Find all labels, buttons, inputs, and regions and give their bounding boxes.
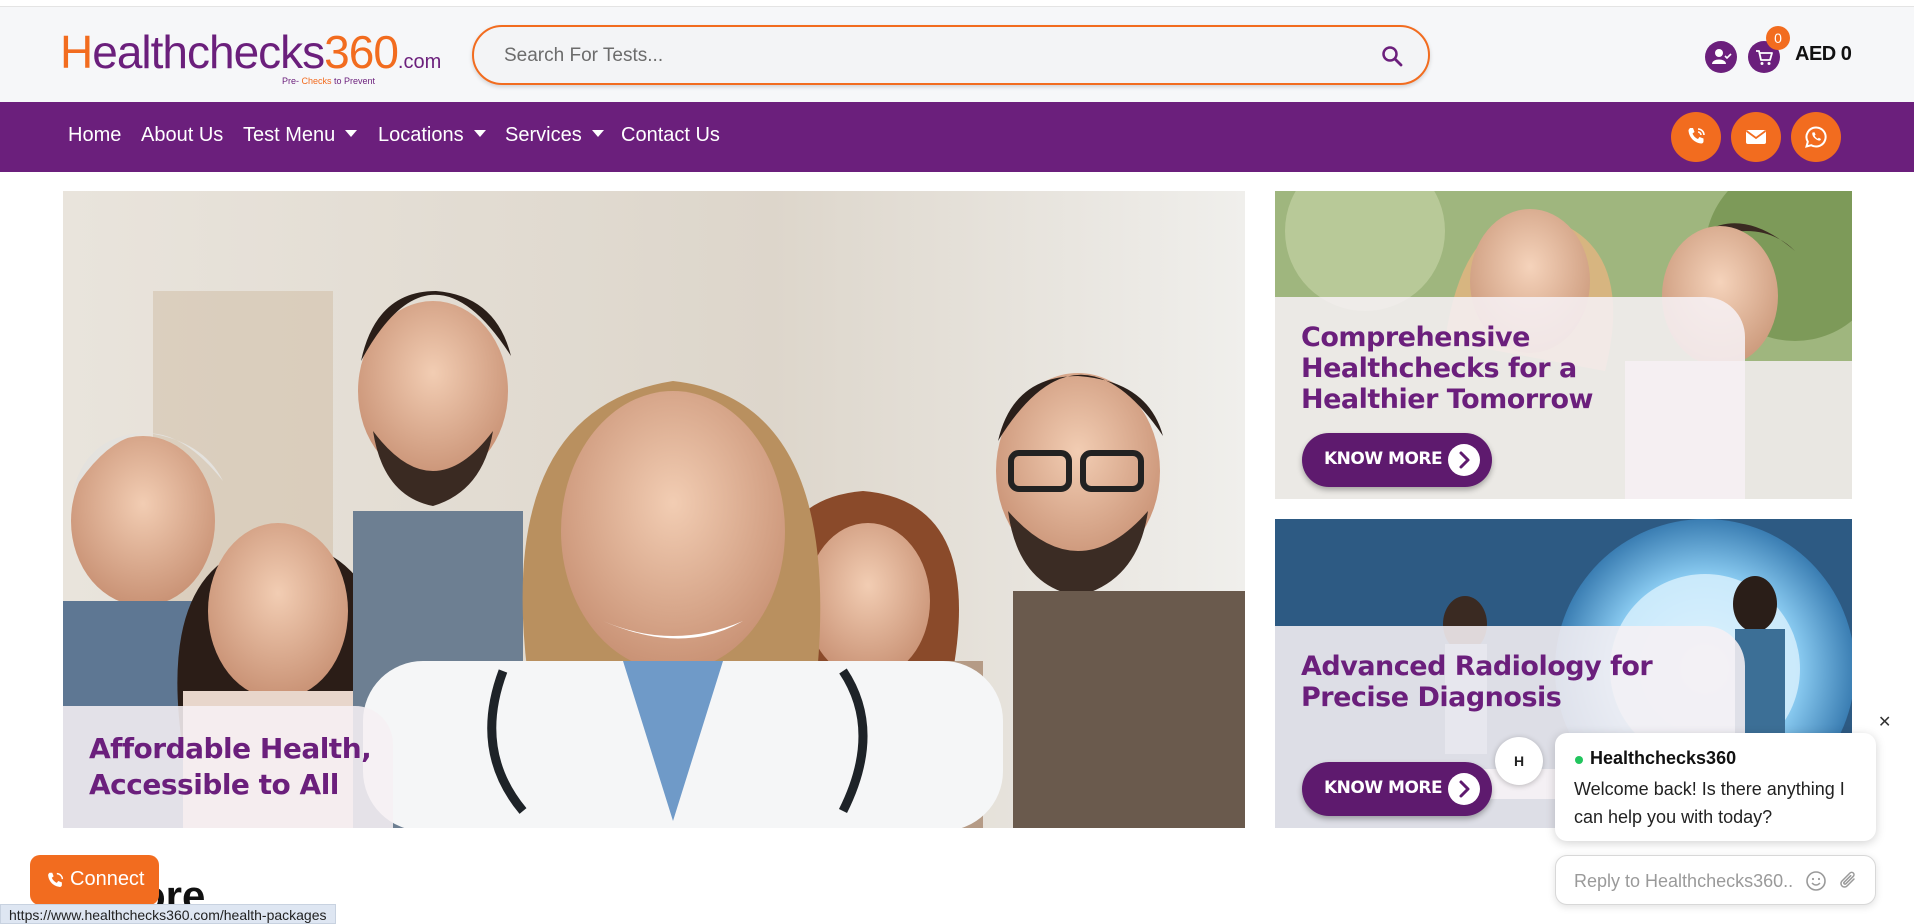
chat-reply-box: [1555, 855, 1876, 905]
envelope-icon: [1745, 130, 1767, 144]
chat-reply-input[interactable]: [1574, 869, 1794, 893]
hero-main-title: Affordable Health, Accessible to All: [89, 732, 372, 801]
know-more-label: KNOW MORE: [1324, 778, 1443, 798]
know-more-label: KNOW MORE: [1324, 449, 1443, 469]
nav-test-menu[interactable]: Test Menu: [243, 124, 358, 147]
account-icon[interactable]: [1705, 41, 1737, 73]
chat-agent-name: Healthchecks360: [1590, 748, 1737, 768]
promo-radiology-title: Advanced Radiology for Precise Diagnosis: [1301, 651, 1653, 713]
chat-agent-avatar[interactable]: H: [1495, 737, 1543, 785]
tagline-part-2: Checks: [301, 76, 332, 86]
connect-label: Connect: [70, 868, 145, 890]
main-navigation: Home About Us Test Menu Locations Servic…: [0, 102, 1914, 172]
chat-message-text: Welcome back! Is there anything I can he…: [1574, 779, 1845, 827]
phone-icon: [48, 872, 64, 887]
search-bar: [472, 25, 1430, 85]
nav-contact-us[interactable]: Contact Us: [621, 124, 720, 147]
chat-message-bubble[interactable]: Healthchecks360 Welcome back! Is there a…: [1555, 733, 1876, 841]
search-input[interactable]: [504, 41, 1324, 71]
tagline-part-1: Pre-: [282, 76, 302, 86]
emoji-icon[interactable]: [1805, 870, 1827, 892]
whatsapp-button[interactable]: [1791, 112, 1841, 162]
chat-close-icon[interactable]: ✕: [1878, 712, 1891, 732]
site-header: Healthchecks360.com Pre- Checks to Preve…: [0, 7, 1914, 102]
nav-locations[interactable]: Locations: [378, 124, 486, 147]
know-more-healthchecks-button[interactable]: KNOW MORE: [1302, 433, 1492, 487]
phone-icon: [1688, 128, 1705, 144]
cart-total[interactable]: AED 0: [1795, 43, 1852, 66]
call-button[interactable]: [1671, 112, 1721, 162]
email-button[interactable]: [1731, 112, 1781, 162]
nav-services-label: Services: [505, 124, 582, 146]
know-more-radiology-button[interactable]: KNOW MORE: [1302, 762, 1492, 816]
chevron-right-icon: [1448, 444, 1480, 476]
nav-locations-label: Locations: [378, 124, 464, 146]
site-logo[interactable]: Healthchecks360.com Pre- Checks to Preve…: [60, 26, 441, 91]
nav-test-menu-label: Test Menu: [243, 124, 336, 146]
whatsapp-icon: [1805, 126, 1827, 148]
browser-status-url: https://www.healthchecks360.com/health-p…: [0, 904, 336, 924]
chevron-down-icon: [345, 130, 358, 138]
nav-about-us[interactable]: About Us: [141, 124, 223, 147]
connect-button[interactable]: Connect: [30, 855, 159, 905]
search-icon[interactable]: [1380, 44, 1404, 68]
logo-number: 360: [324, 26, 399, 78]
browser-top-edge: [0, 0, 1914, 7]
logo-com: .com: [397, 51, 442, 73]
chevron-down-icon: [591, 130, 604, 138]
nav-home[interactable]: Home: [68, 124, 121, 147]
logo-rest: ealthchecks: [92, 26, 325, 78]
cart-count-badge: 0: [1766, 26, 1790, 50]
attachment-icon[interactable]: [1837, 870, 1859, 892]
tagline-part-3: to Prevent: [331, 76, 376, 86]
promo-healthchecks-title: Comprehensive Healthchecks for a Healthi…: [1301, 322, 1593, 415]
promo-healthchecks-banner[interactable]: Comprehensive Healthchecks for a Healthi…: [1275, 191, 1852, 499]
nav-services[interactable]: Services: [505, 124, 604, 147]
logo-h: H: [60, 26, 93, 78]
chevron-down-icon: [473, 130, 486, 138]
hero-main-banner[interactable]: Affordable Health, Accessible to All: [63, 191, 1245, 828]
chevron-right-icon: [1448, 773, 1480, 805]
logo-tagline: Pre- Checks to Prevent: [282, 76, 375, 86]
online-status-icon: [1575, 756, 1583, 764]
